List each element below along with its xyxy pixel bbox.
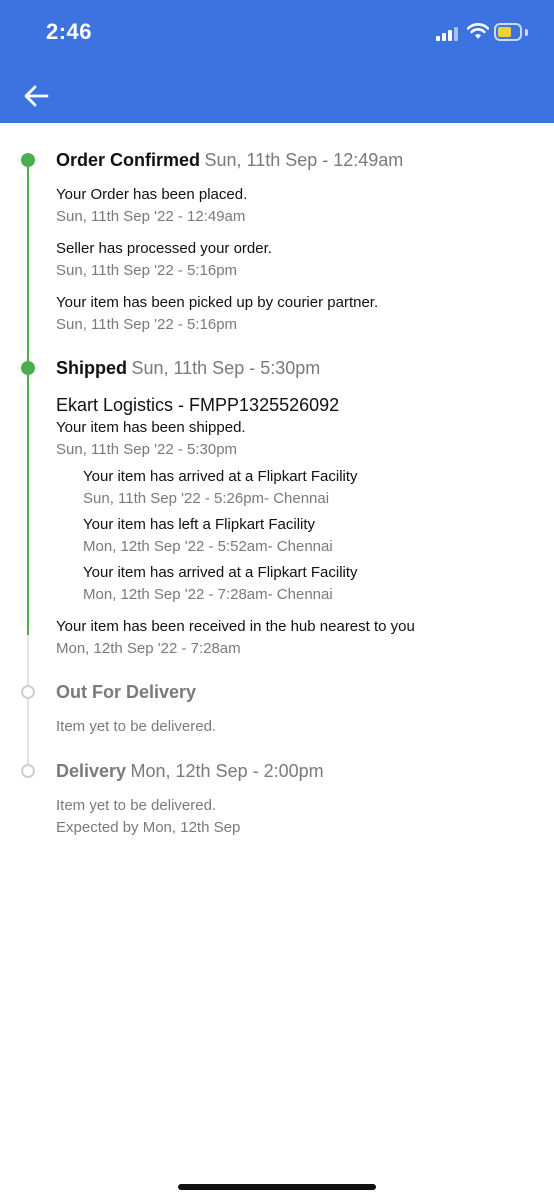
timeline-dot-delivery bbox=[21, 764, 35, 778]
hub-date: Mon, 12th Sep '22 - 7:28am bbox=[56, 640, 241, 657]
hub-message: Your item has been received in the hub n… bbox=[56, 618, 415, 635]
timeline-dot-order-confirmed bbox=[21, 153, 35, 167]
delivery-message: Item yet to be delivered. bbox=[56, 797, 217, 814]
arrow-left-icon[interactable] bbox=[20, 80, 52, 112]
event-date: Sun, 11th Sep '22 - 12:49am bbox=[56, 208, 246, 225]
delivery-expected: Expected by Mon, 12th Sep bbox=[56, 819, 241, 836]
event-message: Your Order has been placed. bbox=[56, 186, 248, 203]
delivery-date: Mon, 12th Sep - 2:00pm bbox=[130, 761, 324, 781]
cellular-signal-icon bbox=[436, 26, 459, 41]
event-message: Seller has processed your order. bbox=[56, 240, 272, 257]
event-date: Sun, 11th Sep '22 - 5:16pm bbox=[56, 316, 238, 333]
battery-icon bbox=[494, 23, 522, 41]
event-message: Your item has been picked up by courier … bbox=[56, 294, 379, 311]
order-confirmed-title: Order Confirmed bbox=[56, 150, 201, 170]
timeline-connector-pending bbox=[27, 635, 29, 771]
facility-event-date: Sun, 11th Sep '22 - 5:26pm- Chennai bbox=[83, 490, 330, 507]
shipped-date: Sun, 11th Sep - 5:30pm bbox=[131, 358, 321, 378]
order-confirmed-heading: Order Confirmed Sun, 11th Sep - 12:49am bbox=[56, 150, 403, 171]
battery-level bbox=[498, 27, 511, 37]
facility-event-date: Mon, 12th Sep '22 - 7:28am- Chennai bbox=[83, 586, 333, 603]
battery-tip bbox=[525, 29, 528, 36]
out-for-delivery-message: Item yet to be delivered. bbox=[56, 718, 217, 735]
timeline-connector-complete bbox=[27, 160, 29, 635]
event-date: Sun, 11th Sep '22 - 5:16pm bbox=[56, 262, 238, 279]
shipped-message: Your item has been shipped. bbox=[56, 419, 246, 436]
facility-event-message: Your item has arrived at a Flipkart Faci… bbox=[83, 564, 358, 581]
app-bar bbox=[0, 68, 554, 123]
delivery-title: Delivery bbox=[56, 761, 127, 781]
timeline-dot-out-for-delivery bbox=[21, 685, 35, 699]
facility-event-message: Your item has left a Flipkart Facility bbox=[83, 516, 316, 533]
status-bar: 2:46 bbox=[0, 0, 554, 68]
shipped-heading: Shipped Sun, 11th Sep - 5:30pm bbox=[56, 358, 320, 379]
timeline-dot-shipped bbox=[21, 361, 35, 375]
order-confirmed-date: Sun, 11th Sep - 12:49am bbox=[204, 150, 404, 170]
facility-event-date: Mon, 12th Sep '22 - 5:52am- Chennai bbox=[83, 538, 333, 555]
out-for-delivery-title: Out For Delivery bbox=[56, 682, 197, 702]
status-time: 2:46 bbox=[46, 19, 93, 44]
carrier-tracking-id: Ekart Logistics - FMPP1325526092 bbox=[56, 395, 340, 415]
facility-event-message: Your item has arrived at a Flipkart Faci… bbox=[83, 468, 358, 485]
home-indicator[interactable] bbox=[178, 1184, 376, 1190]
wifi-icon bbox=[467, 23, 489, 39]
delivery-heading: Delivery Mon, 12th Sep - 2:00pm bbox=[56, 761, 324, 782]
shipped-message-date: Sun, 11th Sep '22 - 5:30pm bbox=[56, 441, 238, 458]
shipped-title: Shipped bbox=[56, 358, 127, 378]
